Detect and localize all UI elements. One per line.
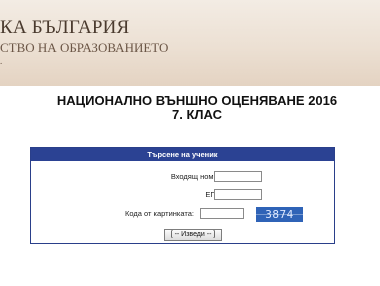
captcha-image: 3874 — [256, 207, 303, 222]
banner-country-text: КА БЪЛГАРИЯ — [0, 17, 130, 38]
exam-title: НАЦИОНАЛНО ВЪНШНО ОЦЕНЯВАНЕ 2016 — [56, 93, 338, 108]
site-banner: КА БЪЛГАРИЯ СТВО НА ОБРАЗОВАНИЕТО . — [0, 0, 380, 86]
egn-input[interactable] — [214, 189, 262, 200]
student-search-form: Търсене на ученик Входящ номер: ЕГН : Ко… — [30, 147, 335, 244]
exam-grade: 7. КЛАС — [172, 107, 222, 122]
entry-number-input[interactable] — [214, 171, 262, 182]
banner-ministry-text: СТВО НА ОБРАЗОВАНИЕТО — [0, 40, 169, 55]
show-results-button[interactable]: [ -- Изведи -- ] — [164, 229, 222, 241]
captcha-noise-line — [256, 214, 303, 215]
entry-number-row: Входящ номер: — [31, 169, 334, 185]
page: КА БЪЛГАРИЯ СТВО НА ОБРАЗОВАНИЕТО . НАЦИ… — [0, 0, 380, 286]
page-heading: НАЦИОНАЛНО ВЪНШНО ОЦЕНЯВАНЕ 2016 7. КЛАС — [0, 94, 380, 122]
captcha-label: Кода от картинката: — [125, 209, 194, 218]
form-title: Търсене на ученик — [31, 148, 334, 161]
captcha-input[interactable] — [200, 208, 244, 219]
egn-row: ЕГН : — [31, 187, 334, 203]
banner-extra-text: . — [0, 56, 3, 66]
